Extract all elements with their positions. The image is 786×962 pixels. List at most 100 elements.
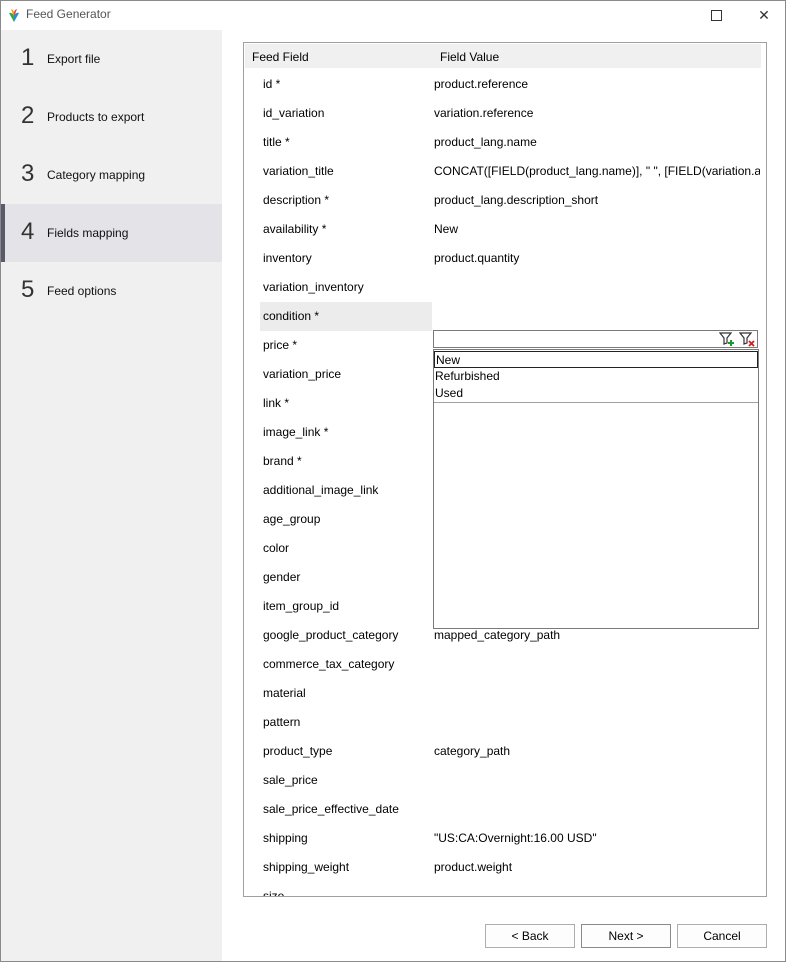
step-products-to-export[interactable]: 2 Products to export	[1, 88, 222, 146]
feed-field-cell[interactable]: sale_price_effective_date	[260, 795, 432, 824]
table-row[interactable]: shipping_weight product.weight	[244, 853, 764, 882]
field-value-cell[interactable]	[434, 679, 760, 708]
field-value-header[interactable]: Field Value	[440, 50, 499, 64]
feed-field-header[interactable]: Feed Field	[252, 50, 309, 64]
feed-field-cell[interactable]: commerce_tax_category	[260, 650, 432, 679]
table-row[interactable]: description * product_lang.description_sh…	[244, 186, 764, 215]
wizard-steps-sidebar: 1 Export file 2 Products to export 3 Cat…	[1, 30, 222, 961]
cancel-button[interactable]: Cancel	[677, 924, 767, 948]
table-row[interactable]: id_variation variation.reference	[244, 99, 764, 128]
table-row[interactable]: variation_inventory	[244, 273, 764, 302]
feed-field-cell[interactable]: price *	[260, 331, 432, 360]
table-row[interactable]: size	[244, 882, 764, 896]
dropdown-separator	[434, 402, 758, 403]
table-row[interactable]: sale_price	[244, 766, 764, 795]
step-category-mapping[interactable]: 3 Category mapping	[1, 146, 222, 204]
feed-field-cell[interactable]: availability *	[260, 215, 432, 244]
table-row[interactable]: material	[244, 679, 764, 708]
option-refurbished[interactable]: Refurbished	[434, 368, 758, 385]
field-value-input[interactable]	[433, 330, 758, 348]
feed-field-cell[interactable]: additional_image_link	[260, 476, 432, 505]
close-icon: ✕	[758, 6, 770, 23]
app-logo-icon	[9, 9, 19, 22]
field-value-cell[interactable]	[434, 302, 760, 331]
table-row[interactable]: inventory product.quantity	[244, 244, 764, 273]
field-value-cell[interactable]: variation.reference	[434, 99, 760, 128]
step-number: 2	[21, 102, 35, 129]
feed-field-cell[interactable]: gender	[260, 563, 432, 592]
feed-field-cell[interactable]: material	[260, 679, 432, 708]
feed-field-cell[interactable]: pattern	[260, 708, 432, 737]
table-row[interactable]: variation_title CONCAT([FIELD(product_lan…	[244, 157, 764, 186]
field-value-cell[interactable]: product.quantity	[434, 244, 760, 273]
feed-field-cell[interactable]: google_product_category	[260, 621, 432, 650]
table-row[interactable]: availability * New	[244, 215, 764, 244]
table-row[interactable]: id * product.reference	[244, 70, 764, 99]
feed-field-cell[interactable]: title *	[260, 128, 432, 157]
step-fields-mapping[interactable]: 4 Fields mapping	[1, 204, 222, 262]
option-used[interactable]: Used	[434, 385, 758, 402]
field-value-cell[interactable]: CONCAT([FIELD(product_lang.name)], " ", …	[434, 157, 760, 186]
field-value-cell[interactable]	[434, 650, 760, 679]
feed-field-cell[interactable]: color	[260, 534, 432, 563]
feed-field-cell[interactable]: sale_price	[260, 766, 432, 795]
feed-field-cell[interactable]: product_type	[260, 737, 432, 766]
table-row[interactable]: title * product_lang.name	[244, 128, 764, 157]
feed-field-cell[interactable]: id *	[260, 70, 432, 99]
maximize-button[interactable]	[694, 1, 738, 29]
table-row[interactable]: pattern	[244, 708, 764, 737]
field-value-cell[interactable]: product.weight	[434, 853, 760, 882]
feed-field-cell[interactable]: age_group	[260, 505, 432, 534]
table-row[interactable]: sale_price_effective_date	[244, 795, 764, 824]
next-button[interactable]: Next >	[581, 924, 671, 948]
feed-field-cell[interactable]: variation_title	[260, 157, 432, 186]
step-feed-options[interactable]: 5 Feed options	[1, 262, 222, 320]
field-value-cell[interactable]	[434, 882, 760, 896]
step-number: 4	[21, 218, 35, 245]
condition-options-dropdown[interactable]: New Refurbished Used	[433, 349, 759, 629]
table-row[interactable]: shipping "US:CA:Overnight:16.00 USD"	[244, 824, 764, 853]
filter-clear-icon[interactable]	[739, 331, 755, 347]
active-indicator	[1, 204, 5, 262]
field-value-cell[interactable]: category_path	[434, 737, 760, 766]
field-value-cell[interactable]: product_lang.name	[434, 128, 760, 157]
filter-add-icon[interactable]	[719, 331, 735, 347]
step-label: Feed options	[47, 284, 117, 298]
feed-field-cell[interactable]: variation_price	[260, 360, 432, 389]
field-value-cell[interactable]	[434, 708, 760, 737]
step-label: Category mapping	[47, 168, 146, 182]
field-value-cell[interactable]	[434, 273, 760, 302]
field-value-cell[interactable]: "US:CA:Overnight:16.00 USD"	[434, 824, 760, 853]
feed-field-cell[interactable]: inventory	[260, 244, 432, 273]
step-label: Export file	[47, 52, 101, 66]
grid-header: Feed Field Field Value	[245, 44, 761, 68]
option-new[interactable]: New	[434, 351, 758, 368]
feed-field-cell[interactable]: link *	[260, 389, 432, 418]
table-row[interactable]: product_type category_path	[244, 737, 764, 766]
feed-field-cell[interactable]: variation_inventory	[260, 273, 432, 302]
close-button[interactable]: ✕	[742, 1, 786, 29]
feed-field-cell[interactable]: shipping	[260, 824, 432, 853]
step-number: 1	[21, 44, 35, 71]
feed-field-cell[interactable]: brand *	[260, 447, 432, 476]
feed-field-cell[interactable]: description *	[260, 186, 432, 215]
feed-field-cell[interactable]: image_link *	[260, 418, 432, 447]
feed-field-cell[interactable]: item_group_id	[260, 592, 432, 621]
field-value-cell[interactable]: New	[434, 215, 760, 244]
step-number: 5	[21, 276, 35, 303]
field-value-cell[interactable]	[434, 795, 760, 824]
step-label: Fields mapping	[47, 226, 129, 240]
feed-field-cell[interactable]: shipping_weight	[260, 853, 432, 882]
feed-field-cell[interactable]: size	[260, 882, 432, 896]
step-label: Products to export	[47, 110, 145, 124]
step-number: 3	[21, 160, 35, 187]
field-value-cell[interactable]: product.reference	[434, 70, 760, 99]
feed-field-cell[interactable]: id_variation	[260, 99, 432, 128]
field-value-cell[interactable]: product_lang.description_short	[434, 186, 760, 215]
table-row[interactable]: commerce_tax_category	[244, 650, 764, 679]
back-button[interactable]: < Back	[485, 924, 575, 948]
feed-field-cell[interactable]: condition *	[260, 302, 432, 331]
field-value-cell[interactable]	[434, 766, 760, 795]
table-row[interactable]: condition *	[244, 302, 764, 331]
step-export-file[interactable]: 1 Export file	[1, 30, 222, 88]
